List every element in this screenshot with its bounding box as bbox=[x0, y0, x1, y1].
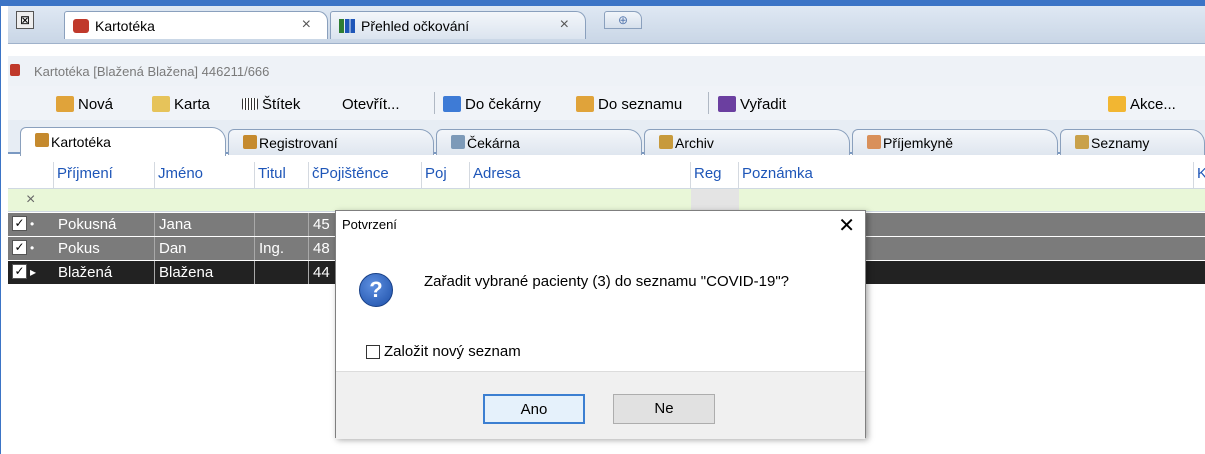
tab-prijemkyne[interactable]: Příjemkyně bbox=[852, 129, 1058, 155]
column-header-prijmeni[interactable]: Příjmení bbox=[54, 162, 155, 188]
column-header-k[interactable]: K bbox=[1194, 162, 1205, 188]
no-button[interactable]: Ne bbox=[613, 394, 715, 424]
to-list-button[interactable]: Do seznamu bbox=[576, 93, 682, 115]
current-row-indicator: ▸ bbox=[30, 265, 37, 279]
dialog-message: Zařadit vybrané pacienty (3) do seznamu … bbox=[424, 273, 789, 290]
cell-prijmeni: Pokusná bbox=[54, 213, 155, 236]
checkbox-box[interactable] bbox=[366, 344, 380, 359]
tab-registrovani[interactable]: Registrovaní bbox=[228, 129, 434, 155]
new-label: Nová bbox=[78, 95, 114, 113]
clear-filter-icon[interactable]: × bbox=[26, 191, 35, 209]
cell-prijmeni: Pokus bbox=[54, 237, 155, 260]
breadcrumb: Kartotéka [Blažená Blažena] 446211/666 bbox=[8, 56, 1205, 86]
confirmation-dialog: Potvrzení ✕ ? Zařadit vybrané pacienty (… bbox=[335, 210, 866, 439]
patients-icon bbox=[73, 18, 89, 33]
column-header-titul[interactable]: Titul bbox=[255, 162, 309, 188]
tab-kartoteka[interactable]: Kartotéka × bbox=[64, 11, 328, 39]
close-tab-icon[interactable]: × bbox=[560, 16, 569, 34]
label-button[interactable]: Štítek bbox=[242, 93, 300, 115]
open-label: Otevřít... bbox=[342, 95, 400, 113]
column-header-poj[interactable]: Poj bbox=[422, 162, 470, 188]
dialog-title: Potvrzení bbox=[342, 217, 397, 232]
dialog-footer: Ano Ne bbox=[336, 371, 865, 439]
cell-jmeno: Dan bbox=[155, 237, 255, 260]
card-icon bbox=[152, 96, 170, 112]
checkbox-label: Založit nový seznam bbox=[384, 343, 521, 360]
column-header-selector bbox=[8, 162, 54, 188]
column-header-jmeno[interactable]: Jméno bbox=[155, 162, 255, 188]
row-checkbox[interactable]: ✓ bbox=[12, 264, 27, 279]
breadcrumb-text: Kartotéka [Blažená Blažena] 446211/666 bbox=[34, 63, 270, 79]
tab-cekarna[interactable]: Čekárna bbox=[436, 129, 642, 155]
remove-button[interactable]: Vyřadit bbox=[718, 93, 786, 115]
actions-label: Akce... bbox=[1130, 95, 1176, 113]
label-label: Štítek bbox=[262, 95, 301, 113]
view-tab-bar: Kartotéka Registrovaní Čekárna Archiv Př… bbox=[8, 120, 1205, 156]
cell-jmeno: Blažena bbox=[155, 261, 255, 284]
row-marker: • bbox=[30, 241, 35, 255]
tab-seznamy[interactable]: Seznamy bbox=[1060, 129, 1205, 155]
tab-label: Seznamy bbox=[1091, 134, 1150, 151]
column-header-poznamka[interactable]: Poznámka bbox=[739, 162, 1194, 188]
tab-label: Příjemkyně bbox=[883, 134, 954, 151]
column-header-reg[interactable]: Reg bbox=[691, 162, 739, 188]
create-new-list-checkbox[interactable]: Založit nový seznam bbox=[366, 343, 521, 360]
column-header-adresa[interactable]: Adresa bbox=[470, 162, 691, 188]
folder-icon bbox=[35, 133, 49, 147]
column-header-cpojistence[interactable]: čPojištěnce bbox=[309, 162, 422, 188]
archive-icon bbox=[659, 135, 673, 149]
lightning-icon bbox=[1108, 96, 1126, 112]
card-label: Karta bbox=[174, 95, 210, 113]
filter-row[interactable]: × bbox=[8, 188, 1205, 212]
tab-archiv[interactable]: Archiv bbox=[644, 129, 850, 155]
cell-titul bbox=[255, 213, 309, 236]
tab-label: Čekárna bbox=[467, 134, 520, 151]
question-icon: ? bbox=[359, 273, 393, 307]
cell-prijmeni: Blažená bbox=[54, 261, 155, 284]
tab-label: Přehled očkování bbox=[361, 17, 470, 34]
toolbar: Nová Karta Štítek Otevřít... Do čekárny … bbox=[8, 86, 1205, 120]
list-icon bbox=[1075, 135, 1089, 149]
to-waiting-room-label: Do čekárny bbox=[465, 95, 541, 113]
row-marker: • bbox=[30, 217, 35, 231]
row-checkbox[interactable]: ✓ bbox=[12, 240, 27, 255]
to-waiting-room-button[interactable]: Do čekárny bbox=[443, 93, 541, 115]
card-button[interactable]: Karta bbox=[152, 93, 210, 115]
toolbar-separator bbox=[708, 92, 709, 114]
close-all-tabs-icon[interactable]: ⊠ bbox=[16, 11, 34, 29]
waiting-person-icon bbox=[451, 135, 465, 149]
tab-prehled-ockovani[interactable]: Přehled očkování × bbox=[330, 11, 586, 39]
people-icon bbox=[443, 96, 461, 112]
cell-titul: Ing. bbox=[255, 237, 309, 260]
list-people-icon bbox=[576, 96, 594, 112]
remove-label: Vyřadit bbox=[740, 95, 787, 113]
tab-label: Kartotéka bbox=[51, 134, 111, 150]
bar-chart-icon bbox=[339, 18, 355, 33]
new-button[interactable]: Nová bbox=[56, 93, 113, 115]
window-frame-left bbox=[0, 6, 8, 454]
cell-titul bbox=[255, 261, 309, 284]
remove-icon bbox=[718, 96, 736, 112]
row-checkbox[interactable]: ✓ bbox=[12, 216, 27, 231]
to-list-label: Do seznamu bbox=[598, 95, 683, 113]
close-icon[interactable]: ✕ bbox=[838, 213, 855, 238]
tab-kartoteka-view[interactable]: Kartotéka bbox=[20, 127, 226, 156]
actions-button[interactable]: Akce... bbox=[1108, 93, 1176, 115]
folder-icon bbox=[243, 135, 257, 149]
tab-label: Registrovaní bbox=[259, 134, 338, 151]
close-tab-icon[interactable]: × bbox=[302, 16, 311, 34]
cell-jmeno: Jana bbox=[155, 213, 255, 236]
new-card-icon bbox=[56, 96, 74, 112]
yes-button[interactable]: Ano bbox=[483, 394, 585, 424]
new-tab-button[interactable]: ⊕ bbox=[604, 11, 642, 29]
filter-reg-cell bbox=[691, 189, 739, 211]
tab-label: Kartotéka bbox=[95, 17, 155, 34]
toolbar-separator bbox=[434, 92, 435, 114]
open-button[interactable]: Otevřít... bbox=[342, 93, 400, 115]
tab-label: Archiv bbox=[675, 134, 714, 151]
barcode-icon bbox=[242, 98, 258, 110]
patient-icon bbox=[10, 64, 20, 76]
woman-icon bbox=[867, 135, 881, 149]
